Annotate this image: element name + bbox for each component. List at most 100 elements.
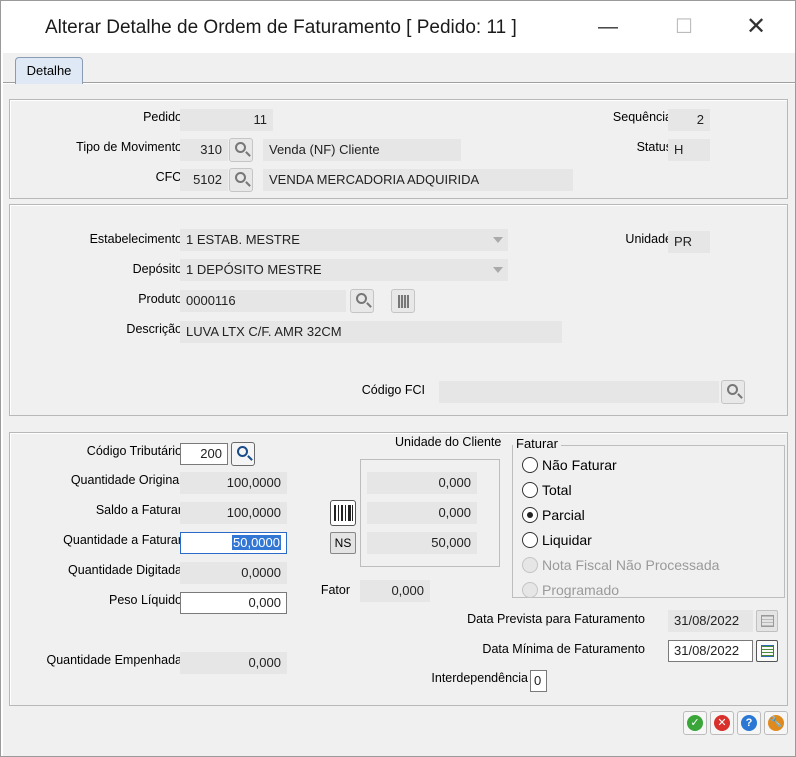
- status-field: H: [668, 139, 710, 161]
- search-icon: [727, 384, 738, 395]
- window-title: Alterar Detalhe de Ordem de Faturamento …: [45, 17, 517, 38]
- data-prevista-calendar-button: [756, 610, 778, 632]
- unidade-label: Unidade: [625, 232, 672, 246]
- estabelecimento-value: 1 ESTAB. MESTRE: [186, 232, 300, 247]
- search-icon: [356, 293, 367, 304]
- quantidade-original-field: 100,0000: [180, 472, 287, 494]
- chevron-down-icon: [493, 237, 503, 243]
- estabelecimento-label: Estabelecimento: [89, 232, 182, 246]
- codigo-fci-label: Código FCI: [361, 383, 425, 397]
- quantidade-original-label: Quantidade Original: [70, 473, 182, 487]
- barcode-icon: [398, 295, 409, 308]
- quantities-panel: Código Tributário 200 Quantidade Origina…: [9, 432, 788, 706]
- title-bar: Alterar Detalhe de Ordem de Faturamento …: [1, 1, 795, 53]
- peso-liquido-input[interactable]: 0,000: [180, 592, 287, 614]
- cfo-label: CFO: [155, 170, 182, 184]
- close-button[interactable]: ✕: [736, 9, 776, 45]
- codigo-tributario-label: Código Tributário: [86, 444, 182, 458]
- check-icon: ✓: [687, 715, 703, 731]
- tab-strip: Detalhe: [3, 53, 795, 84]
- data-prevista-label: Data Prevista para Faturamento: [467, 612, 645, 626]
- codigo-tributario-search-button[interactable]: [231, 442, 255, 466]
- tipo-movimento-label: Tipo de Movimento: [76, 140, 182, 154]
- radio-dot: [522, 507, 538, 523]
- product-panel: Estabelecimento 1 ESTAB. MESTRE Unidade …: [9, 204, 788, 416]
- unidade-cliente-value-2: 0,000: [367, 502, 477, 524]
- tipo-movimento-desc-field: Venda (NF) Cliente: [263, 139, 461, 161]
- descricao-label: Descrição: [126, 322, 182, 336]
- search-icon: [235, 172, 246, 183]
- calendar-icon: [761, 645, 774, 657]
- config-button[interactable]: 🔧: [764, 711, 788, 735]
- faturar-group-title: Faturar: [513, 436, 561, 451]
- minimize-button[interactable]: —: [588, 9, 628, 45]
- cancel-icon: ✕: [714, 715, 730, 731]
- cfo-desc-field: VENDA MERCADORIA ADQUIRIDA: [263, 169, 573, 191]
- unidade-field: PR: [668, 231, 710, 253]
- produto-field: 0000116: [180, 290, 346, 312]
- radio-dot: [522, 457, 538, 473]
- unidade-cliente-value-1: 0,000: [367, 472, 477, 494]
- radio-dot: [522, 557, 538, 573]
- data-minima-input[interactable]: 31/08/2022: [668, 640, 753, 662]
- quantidade-digitada-label: Quantidade Digitada: [68, 563, 182, 577]
- help-icon: ?: [741, 715, 757, 731]
- cfo-search-button[interactable]: [229, 168, 253, 192]
- produto-search-button[interactable]: [350, 289, 374, 313]
- wrench-icon: 🔧: [768, 715, 784, 731]
- ns-button[interactable]: NS: [330, 532, 356, 554]
- pedido-field: 11: [180, 109, 273, 131]
- tipo-movimento-search-button[interactable]: [229, 138, 253, 162]
- quantidade-empenhada-field: 0,000: [180, 652, 287, 674]
- maximize-button[interactable]: ☐: [664, 9, 704, 45]
- quantidade-digitada-field: 0,0000: [180, 562, 287, 584]
- saldo-faturar-field: 100,0000: [180, 502, 287, 524]
- cancel-button[interactable]: ✕: [710, 711, 734, 735]
- header-panel: Pedido 11 Sequência 2 Tipo de Movimento …: [9, 99, 788, 199]
- data-minima-calendar-button[interactable]: [756, 640, 778, 662]
- radio-dot: [522, 532, 538, 548]
- form-body: Pedido 11 Sequência 2 Tipo de Movimento …: [3, 84, 795, 756]
- interdependencia-input[interactable]: 0: [530, 670, 547, 692]
- quantidade-faturar-input[interactable]: 50,0000: [180, 532, 287, 554]
- tipo-movimento-code-field: 310: [180, 139, 228, 161]
- descricao-field: LUVA LTX C/F. AMR 32CM: [180, 321, 562, 343]
- search-icon: [235, 142, 246, 153]
- data-minima-label: Data Mínima de Faturamento: [482, 642, 645, 656]
- estabelecimento-select[interactable]: 1 ESTAB. MESTRE: [180, 229, 508, 251]
- calendar-icon: [761, 615, 774, 627]
- unidade-cliente-value-3: 50,000: [367, 532, 477, 554]
- deposito-value: 1 DEPÓSITO MESTRE: [186, 262, 322, 277]
- cfo-code-field: 5102: [180, 169, 228, 191]
- chevron-down-icon: [493, 267, 503, 273]
- quantidade-faturar-label: Quantidade a Faturar: [63, 533, 182, 547]
- saldo-faturar-label: Saldo a Faturar: [95, 503, 182, 517]
- radio-dot: [522, 582, 538, 598]
- sequencia-field: 2: [668, 109, 710, 131]
- quantidade-faturar-selected-text: 50,0000: [232, 535, 281, 550]
- unidade-cliente-label: Unidade do Cliente: [395, 435, 502, 449]
- deposito-select[interactable]: 1 DEPÓSITO MESTRE: [180, 259, 508, 281]
- codigo-fci-field: [439, 381, 719, 403]
- barcode-button[interactable]: [330, 500, 356, 526]
- data-prevista-field: 31/08/2022: [668, 610, 753, 632]
- radio-dot: [522, 482, 538, 498]
- help-button[interactable]: ?: [737, 711, 761, 735]
- tab-detalhe[interactable]: Detalhe: [15, 57, 83, 84]
- ok-button[interactable]: ✓: [683, 711, 707, 735]
- fator-label: Fator: [320, 583, 350, 597]
- pedido-label: Pedido: [143, 110, 182, 124]
- produto-label: Produto: [138, 292, 182, 306]
- deposito-label: Depósito: [132, 262, 182, 276]
- quantidade-empenhada-label: Quantidade Empenhada: [46, 653, 182, 667]
- sequencia-label: Sequência: [612, 110, 672, 124]
- status-label: Status: [636, 140, 672, 154]
- produto-details-button[interactable]: [391, 289, 415, 313]
- codigo-fci-search-button[interactable]: [721, 380, 745, 404]
- codigo-tributario-input[interactable]: 200: [180, 443, 228, 465]
- peso-liquido-label: Peso Líquido: [109, 593, 182, 607]
- fator-field: 0,000: [360, 580, 430, 602]
- dialog-window: Alterar Detalhe de Ordem de Faturamento …: [0, 0, 796, 757]
- search-icon: [237, 446, 248, 457]
- interdependencia-label: Interdependência: [431, 671, 528, 685]
